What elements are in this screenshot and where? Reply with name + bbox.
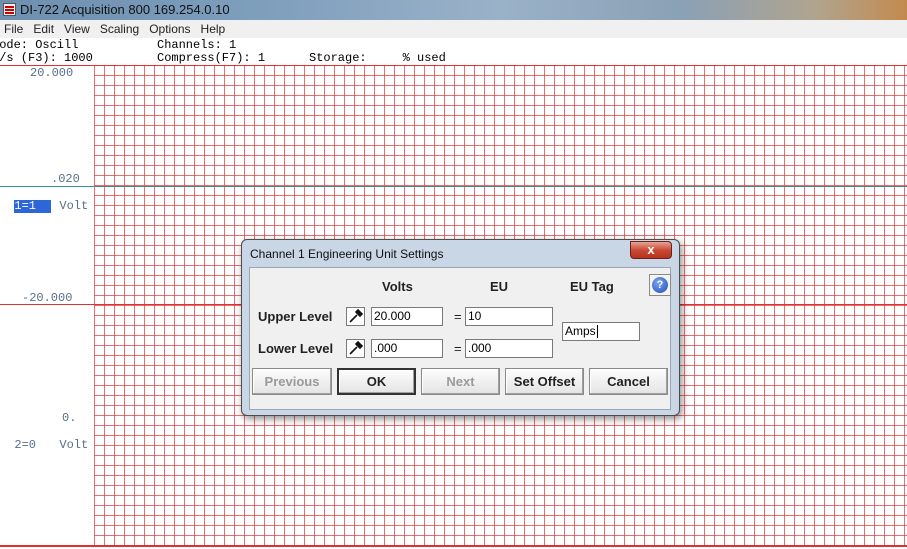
eu-tag-value: Amps — [565, 324, 596, 338]
ch1-bottom-value: -20.000 — [22, 291, 73, 305]
rate-status: S/s (F3): 1000 — [0, 51, 93, 65]
text-caret — [596, 325, 598, 339]
window-title: DI-722 Acquisition 800 169.254.0.10 — [20, 2, 230, 17]
previous-button[interactable]: Previous — [252, 368, 332, 395]
close-icon: x — [647, 242, 655, 257]
title-bar: DI-722 Acquisition 800 169.254.0.10 — [0, 0, 907, 20]
lower-eu-input[interactable]: .000 — [465, 339, 553, 358]
compress-status: Compress(F7): 1 — [157, 51, 266, 65]
upper-pick-button[interactable] — [346, 307, 365, 326]
menu-scaling[interactable]: Scaling — [95, 20, 144, 38]
cancel-button[interactable]: Cancel — [589, 368, 668, 395]
channel-2-unit: Volt — [59, 438, 89, 452]
menu-help[interactable]: Help — [196, 20, 231, 38]
ch1-mid-value: .020 — [51, 172, 80, 186]
eyedropper-icon — [349, 340, 364, 355]
next-button[interactable]: Next — [421, 368, 500, 395]
upper-level-label: Upper Level — [258, 309, 333, 324]
status-area: Mode: Oscill Channels: 1 S/s (F3): 1000 … — [0, 38, 907, 65]
lower-pick-button[interactable] — [346, 339, 365, 358]
volts-header: Volts — [382, 279, 413, 294]
eu-tag-input[interactable]: Amps — [562, 322, 640, 341]
eu-settings-dialog: Channel 1 Engineering Unit Settings x Vo… — [241, 239, 680, 416]
channel-2-id[interactable]: 2=0 — [14, 439, 51, 452]
plot-bottom-border — [0, 545, 907, 547]
upper-volts-input[interactable]: 20.000 — [371, 307, 443, 326]
ok-button[interactable]: OK — [337, 368, 416, 395]
lower-volts-input[interactable]: .000 — [371, 339, 443, 358]
upper-eu-input[interactable]: 10 — [465, 307, 553, 326]
dialog-title: Channel 1 Engineering Unit Settings — [250, 247, 444, 261]
close-button[interactable]: x — [630, 241, 672, 259]
plot-top-border — [0, 65, 907, 66]
ch1-top-value: 20.000 — [30, 66, 74, 80]
channel-1-trace — [0, 186, 907, 187]
menu-file[interactable]: File — [0, 20, 28, 38]
eu-tag-header: EU Tag — [570, 279, 614, 294]
menu-options[interactable]: Options — [144, 20, 195, 38]
eu-header: EU — [490, 279, 509, 294]
menu-edit[interactable]: Edit — [28, 20, 59, 38]
app-icon[interactable] — [3, 3, 16, 16]
menu-bar: File Edit View Scaling Options Help — [0, 20, 907, 38]
help-icon: ? — [652, 277, 668, 293]
channel-1-id[interactable]: 1=1 — [14, 200, 52, 213]
storage-status: Storage: % used — [309, 51, 446, 65]
help-button[interactable]: ? — [649, 274, 671, 296]
set-offset-button[interactable]: Set Offset — [505, 368, 584, 395]
channel-1-label[interactable]: 1=1 Volt — [0, 187, 88, 213]
lower-level-label: Lower Level — [258, 341, 334, 356]
eyedropper-icon — [349, 308, 364, 323]
lower-equals: = — [454, 341, 462, 356]
upper-equals: = — [454, 309, 462, 324]
dialog-body: Volts EU EU Tag ? Upper Level 20.000 = 1… — [249, 267, 671, 410]
menu-view[interactable]: View — [59, 20, 95, 38]
channel-2-label[interactable]: 2=0 Volt — [0, 426, 88, 452]
ch2-mid-value: 0. — [62, 411, 77, 425]
channel-1-unit: Volt — [59, 199, 89, 213]
